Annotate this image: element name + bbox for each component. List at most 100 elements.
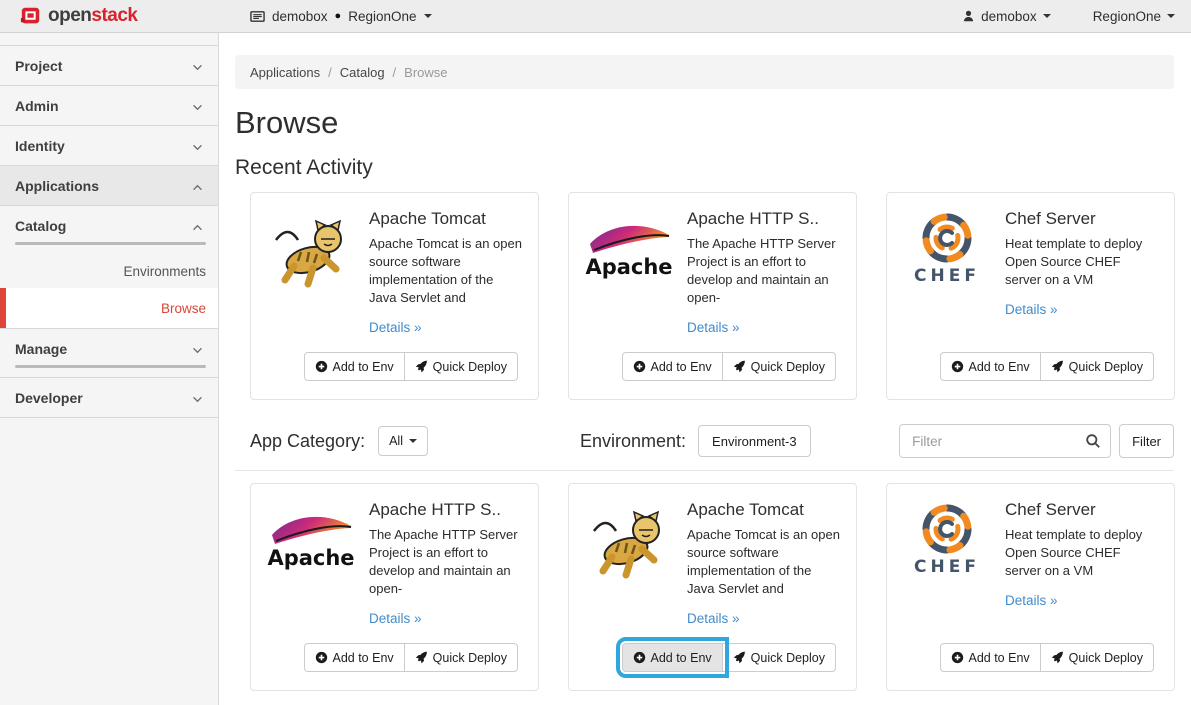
chef-logo: CHEF (902, 499, 992, 589)
openstack-cube-icon (20, 5, 42, 27)
chevron-down-icon (192, 98, 203, 114)
add-to-env-button[interactable]: Add to Env (622, 352, 723, 381)
app-card-chef-server: CHEF Chef Server Heat template to deploy… (886, 483, 1175, 691)
svg-text:Apache: Apache (585, 255, 672, 279)
breadcrumb-catalog[interactable]: Catalog (340, 65, 385, 80)
rocket-icon (1051, 360, 1064, 373)
app-card-apache-tomcat: Apache Tomcat Apache Tomcat is an open s… (568, 483, 857, 691)
add-to-env-button-highlighted[interactable]: Add to Env (622, 643, 723, 672)
top-navbar: openstack demobox ● RegionOne demobox Re… (0, 0, 1191, 33)
sidebar-item-catalog[interactable]: Catalog (0, 206, 218, 246)
region-name: RegionOne (1093, 9, 1161, 24)
region-selector[interactable]: RegionOne (1093, 9, 1175, 24)
details-link[interactable]: Details » (687, 320, 740, 335)
quick-deploy-button[interactable]: Quick Deploy (1040, 643, 1154, 672)
sidebar-item-label: Identity (15, 138, 65, 154)
plus-circle-icon (951, 651, 964, 664)
filter-submit-button[interactable]: Filter (1119, 424, 1174, 458)
app-card-apache-http: Apache Apache HTTP S.. The Apache HTTP S… (568, 192, 857, 400)
app-category-dropdown[interactable]: All (378, 426, 428, 456)
rocket-icon (415, 360, 428, 373)
card-description: Heat template to deploy Open Source CHEF… (1005, 235, 1159, 289)
details-link[interactable]: Details » (1005, 593, 1058, 608)
separator-dot-icon: ● (335, 10, 342, 22)
page-title: Browse (235, 105, 1174, 141)
sidebar-item-project[interactable]: Project (0, 46, 218, 86)
rocket-icon (733, 360, 746, 373)
main-content: Applications / Catalog / Browse Browse R… (220, 0, 1191, 691)
breadcrumb-current: Browse (404, 65, 447, 80)
project-region-picker[interactable]: demobox ● RegionOne (250, 9, 432, 24)
user-name: demobox (981, 9, 1037, 24)
add-to-env-button[interactable]: Add to Env (304, 352, 405, 381)
chevron-up-icon (192, 178, 203, 194)
app-category-label: App Category: (250, 431, 365, 452)
details-link[interactable]: Details » (369, 320, 422, 335)
add-to-env-button[interactable]: Add to Env (304, 643, 405, 672)
card-description: Apache Tomcat is an open source software… (687, 526, 841, 598)
sidebar-item-identity[interactable]: Identity (0, 126, 218, 166)
quick-deploy-button[interactable]: Quick Deploy (722, 643, 836, 672)
card-description: Apache Tomcat is an open source software… (369, 235, 523, 307)
sidebar-item-label: Browse (161, 301, 206, 316)
quick-deploy-button[interactable]: Quick Deploy (404, 643, 518, 672)
breadcrumb: Applications / Catalog / Browse (235, 55, 1174, 89)
sidebar-item-label: Catalog (15, 218, 66, 234)
quick-deploy-button[interactable]: Quick Deploy (722, 352, 836, 381)
plus-circle-icon (315, 360, 328, 373)
chevron-down-icon (424, 14, 432, 18)
app-card-apache-http: Apache Apache HTTP S.. The Apache HTTP S… (250, 483, 539, 691)
breadcrumb-separator: / (393, 65, 397, 80)
filter-bar: App Category: All Environment: Environme… (250, 424, 1174, 458)
catalog-cards: Apache Apache HTTP S.. The Apache HTTP S… (250, 483, 1174, 691)
environment-label: Environment: (580, 431, 686, 452)
chef-logo: CHEF (902, 208, 992, 298)
current-project: demobox (272, 9, 328, 24)
chevron-down-icon (192, 138, 203, 154)
apache-http-logo: Apache (584, 208, 674, 298)
add-to-env-button[interactable]: Add to Env (940, 352, 1041, 381)
sidebar-item-label: Environments (123, 264, 206, 279)
sidebar-item-environments[interactable]: Environments (0, 254, 218, 288)
plus-circle-icon (633, 651, 646, 664)
details-link[interactable]: Details » (687, 611, 740, 626)
sidebar-item-applications[interactable]: Applications (0, 166, 218, 206)
card-title: Chef Server (1005, 500, 1159, 520)
plus-circle-icon (315, 651, 328, 664)
filter-input[interactable] (899, 424, 1111, 458)
app-card-chef-server: CHEF Chef Server Heat template to deploy… (886, 192, 1175, 400)
sidebar-item-label: Manage (15, 341, 67, 357)
catalog-active-underline (15, 242, 206, 245)
chevron-down-icon (192, 390, 203, 406)
sidebar-item-label: Admin (15, 98, 59, 114)
chevron-up-icon (192, 218, 203, 234)
sidebar-item-label: Project (15, 58, 62, 74)
rocket-icon (415, 651, 428, 664)
environment-button[interactable]: Environment-3 (698, 425, 811, 457)
sidebar-item-manage[interactable]: Manage (0, 329, 218, 369)
details-link[interactable]: Details » (1005, 302, 1058, 317)
recent-activity-heading: Recent Activity (235, 156, 1174, 180)
projects-list-icon (250, 9, 265, 24)
card-title: Apache Tomcat (369, 209, 523, 229)
chevron-down-icon (192, 341, 203, 357)
user-menu[interactable]: demobox (962, 9, 1051, 24)
caret-down-icon (409, 439, 417, 443)
rocket-icon (1051, 651, 1064, 664)
quick-deploy-button[interactable]: Quick Deploy (1040, 352, 1154, 381)
app-card-apache-tomcat: Apache Tomcat Apache Tomcat is an open s… (250, 192, 539, 400)
svg-text:CHEF: CHEF (914, 266, 980, 286)
sidebar-item-browse[interactable]: Browse (0, 288, 218, 328)
card-title: Chef Server (1005, 209, 1159, 229)
add-to-env-button[interactable]: Add to Env (940, 643, 1041, 672)
quick-deploy-button[interactable]: Quick Deploy (404, 352, 518, 381)
brand-text: openstack (48, 5, 138, 27)
sidebar-item-developer[interactable]: Developer (0, 378, 218, 418)
breadcrumb-applications[interactable]: Applications (250, 65, 320, 80)
sidebar-item-admin[interactable]: Admin (0, 86, 218, 126)
details-link[interactable]: Details » (369, 611, 422, 626)
openstack-logo[interactable]: openstack (0, 5, 220, 27)
svg-text:CHEF: CHEF (914, 557, 980, 577)
chevron-down-icon (1043, 14, 1051, 18)
user-icon (962, 9, 975, 23)
